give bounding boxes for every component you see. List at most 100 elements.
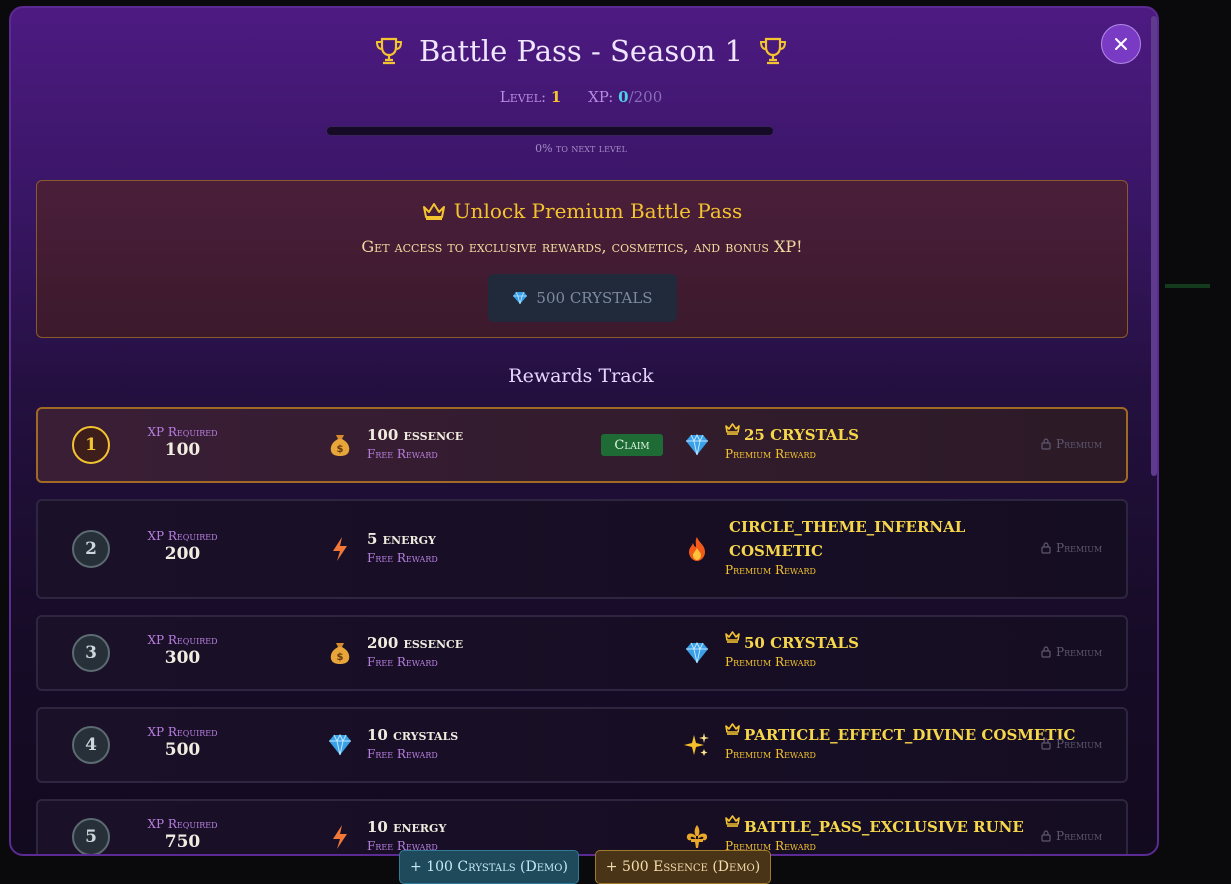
premium-reward-name: BATTLE_PASS_EXCLUSIVE RUNE (725, 815, 1024, 839)
sparkles-icon (684, 732, 710, 758)
level-badge: 4 (72, 726, 110, 764)
premium-lock-label: Premium (1056, 737, 1103, 751)
premium-reward: BATTLE_PASS_EXCLUSIVE RUNE Premium Reward (725, 815, 1024, 853)
premium-locked-tag: Premium (1041, 645, 1102, 659)
premium-reward: CIRCLE_THEME_INFERNAL COSMETIC Premium Re… (725, 515, 965, 577)
lock-icon (1041, 738, 1051, 750)
premium-reward-name: CIRCLE_THEME_INFERNAL COSMETIC (725, 515, 965, 563)
scrollbar[interactable] (1151, 16, 1157, 476)
xp-required-label: XP Required (147, 633, 218, 647)
premium-reward-name: PARTICLE_EFFECT_DIVINE COSMETIC (725, 723, 1075, 747)
xp-required-value: 200 (164, 544, 201, 564)
rewards-track-heading: Rewards Track (508, 365, 654, 387)
xp-label: XP: (588, 88, 614, 106)
add-essence-demo-button[interactable]: + 500 Essence (Demo) (595, 850, 771, 884)
premium-reward-label: Premium Reward (725, 563, 816, 577)
xp-required-label: XP Required (147, 725, 218, 739)
free-reward-name: 10 crystals (367, 726, 459, 744)
premium-lock-label: Premium (1056, 541, 1103, 555)
xp-required-value: 500 (164, 740, 201, 760)
free-reward: 100 essence Free Reward (367, 423, 463, 461)
buy-premium-label: 500 CRYSTALS (536, 289, 653, 307)
level-xp-stats: Level: 1 XP: 0/200 (11, 88, 1151, 106)
xp-required-label: XP Required (147, 817, 218, 831)
premium-reward-name-text: BATTLE_PASS_EXCLUSIVE RUNE (744, 818, 1024, 836)
premium-reward: 25 CRYSTALS Premium Reward (725, 423, 859, 461)
page-title: Battle Pass - Season 1 (418, 34, 744, 68)
free-reward-name: 10 energy (367, 818, 447, 836)
add-crystals-demo-button[interactable]: + 100 Crystals (Demo) (399, 850, 579, 884)
free-reward-name: 100 essence (367, 426, 464, 444)
premium-reward-name: 50 CRYSTALS (725, 631, 859, 655)
lightning-icon (327, 536, 353, 562)
level-badge: 5 (72, 818, 110, 854)
premium-reward-label: Premium Reward (725, 447, 816, 461)
xp-required: XP Required 500 (130, 725, 235, 761)
premium-reward-name-text: PARTICLE_EFFECT_DIVINE COSMETIC (744, 726, 1076, 744)
xp-required: XP Required 750 (130, 817, 235, 853)
level-badge: 1 (72, 426, 110, 464)
free-reward: 5 energy Free Reward (367, 527, 438, 565)
premium-lock-label: Premium (1056, 437, 1103, 451)
xp-required-value: 100 (164, 440, 201, 460)
premium-unlock-card: Unlock Premium Battle Pass Get access to… (36, 180, 1128, 338)
premium-reward-label: Premium Reward (725, 747, 816, 761)
buy-premium-button[interactable]: 500 CRYSTALS (488, 274, 677, 322)
fleur-de-lis-icon (684, 824, 710, 850)
crown-icon (725, 423, 740, 435)
premium-lock-label: Premium (1056, 645, 1103, 659)
level-badge: 3 (72, 634, 110, 672)
reward-row: 4 XP Required 500 10 crystals Free Reward PAR… (36, 707, 1128, 783)
free-reward-label: Free Reward (367, 447, 438, 461)
premium-reward-name-text: 25 CRYSTALS (744, 426, 859, 444)
money-bag-icon: $ (327, 640, 353, 666)
premium-locked-tag: Premium (1041, 437, 1102, 451)
trophy-icon (760, 37, 787, 65)
gem-icon (513, 291, 528, 305)
free-reward-label: Free Reward (367, 551, 438, 565)
lock-icon (1041, 646, 1051, 658)
free-reward: 10 crystals Free Reward (367, 723, 458, 761)
premium-reward-name-text: 50 CRYSTALS (744, 634, 859, 652)
reward-row: 2 XP Required 200 5 energy Free Reward CIRCLE… (36, 499, 1128, 599)
claim-button[interactable]: Claim (601, 434, 663, 456)
premium-reward: PARTICLE_EFFECT_DIVINE COSMETIC Premium R… (725, 723, 1075, 761)
crown-icon (725, 815, 740, 827)
premium-locked-tag: Premium (1041, 737, 1102, 751)
xp-max: /200 (628, 88, 663, 106)
premium-reward: 50 CRYSTALS Premium Reward (725, 631, 859, 669)
level-label: Level: (499, 88, 547, 106)
lightning-icon (327, 824, 353, 850)
level-progress-bar (326, 126, 774, 136)
reward-row: 3 XP Required 300 $200 essence Free Reward 50… (36, 615, 1128, 691)
crown-icon (422, 203, 445, 220)
xp-required-value: 300 (164, 648, 201, 668)
svg-text:$: $ (337, 652, 344, 663)
premium-lock-label: Premium (1056, 829, 1103, 843)
battle-pass-modal: Battle Pass - Season 1 Level: 1 XP: 0/20… (9, 6, 1159, 856)
premium-reward-label: Premium Reward (725, 655, 816, 669)
gem-icon (684, 640, 710, 666)
level-badge: 2 (72, 530, 110, 568)
xp-required-label: XP Required (147, 529, 218, 543)
premium-reward-name: 25 CRYSTALS (725, 423, 859, 447)
progress-label: 0% to next level (535, 142, 627, 155)
crown-icon (725, 631, 740, 643)
premium-title: Unlock Premium Battle Pass (37, 199, 1127, 223)
free-reward: 200 essence Free Reward (367, 631, 463, 669)
fire-icon (684, 536, 710, 562)
level-value: 1 (550, 88, 562, 106)
title-row: Battle Pass - Season 1 (11, 34, 1151, 68)
free-reward: 10 energy Free Reward (367, 815, 446, 853)
trophy-icon (375, 37, 402, 65)
xp-current: 0 (618, 88, 629, 106)
premium-title-text: Unlock Premium Battle Pass (453, 199, 743, 223)
gem-icon (684, 432, 710, 458)
reward-row: 5 XP Required 750 10 energy Free Reward BATTL… (36, 799, 1128, 854)
premium-reward-name-text: CIRCLE_THEME_INFERNAL COSMETIC (729, 518, 966, 560)
lock-icon (1041, 542, 1051, 554)
lock-icon (1041, 830, 1051, 842)
free-reward-label: Free Reward (367, 747, 438, 761)
xp-required: XP Required 300 (130, 633, 235, 669)
xp-required: XP Required 200 (130, 529, 235, 565)
